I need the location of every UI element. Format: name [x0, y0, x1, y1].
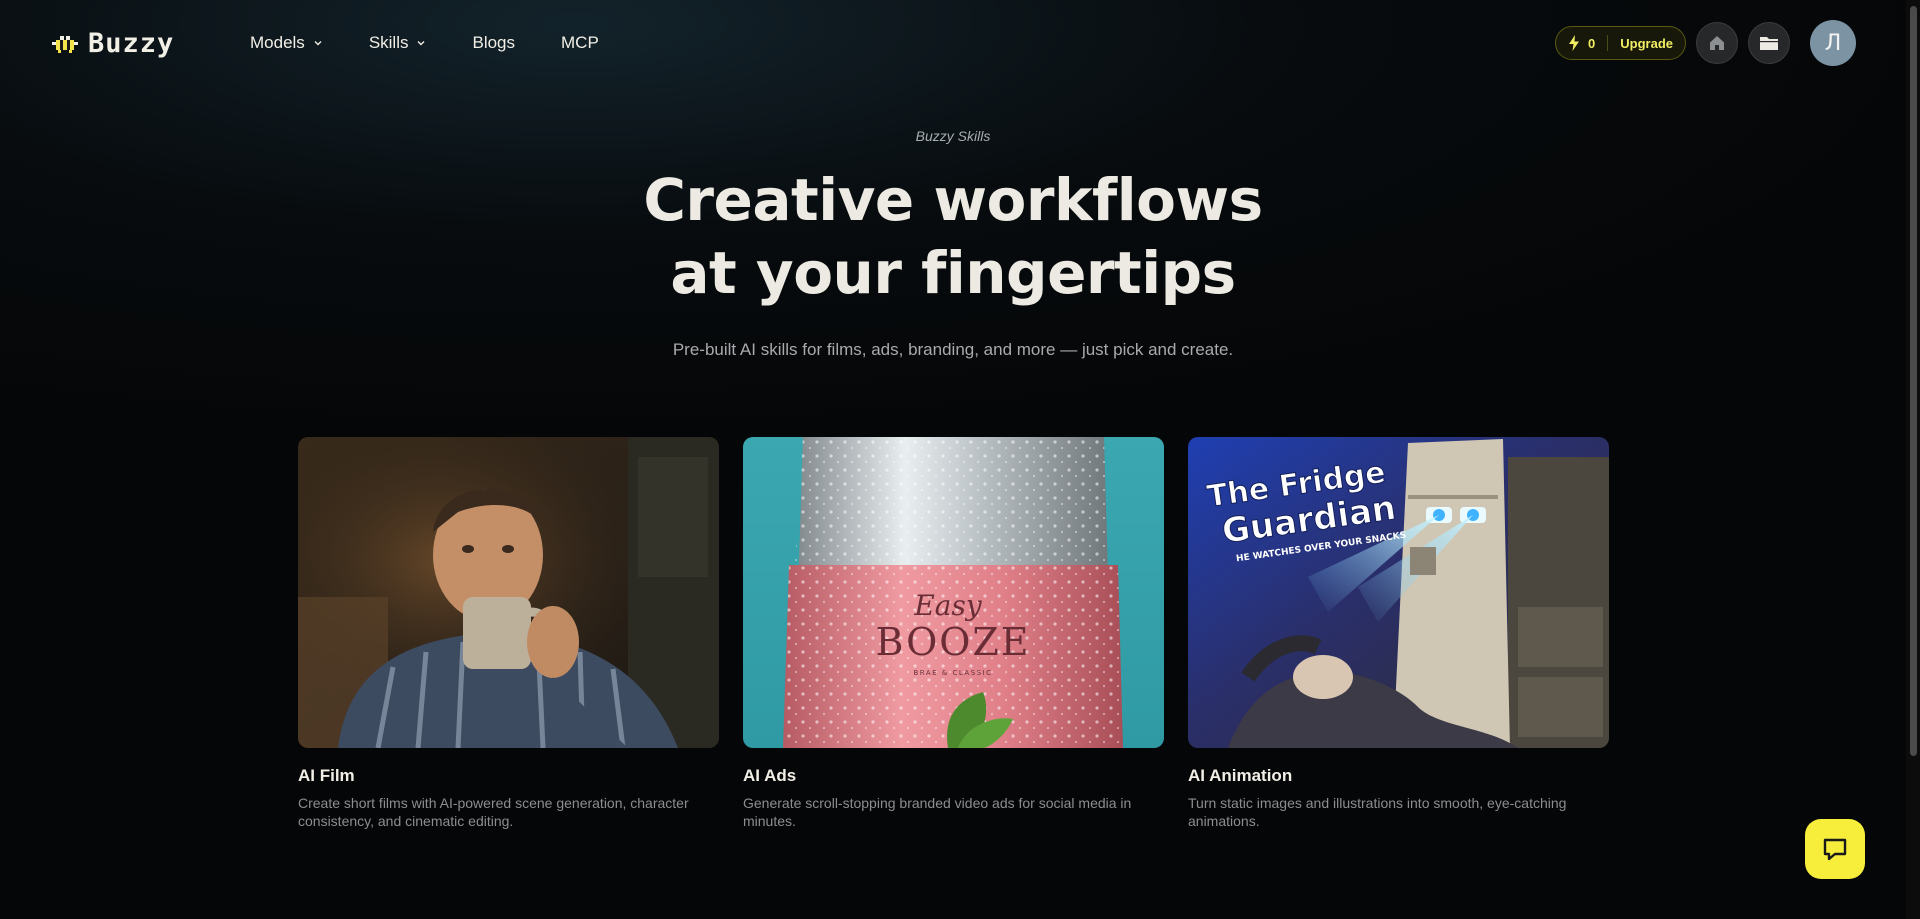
home-button[interactable]	[1696, 22, 1738, 64]
hero-eyebrow: Buzzy Skills	[915, 128, 991, 144]
upgrade-label: Upgrade	[1620, 35, 1673, 51]
headline-line-2: at your fingertips	[670, 239, 1236, 307]
credit-count: 0	[1588, 35, 1596, 51]
skill-card-ai-animation[interactable]: The Fridge Guardian HE WATCHES OVER YOUR…	[1188, 437, 1609, 830]
header-actions: 0 Upgrade Л	[1555, 20, 1856, 66]
hero-headline: Creative workflows at your fingertips	[0, 164, 1906, 310]
nav-item-label: Models	[250, 33, 305, 52]
hero-section: Buzzy Skills Creative workflows at your …	[0, 128, 1906, 360]
card-title: AI Film	[298, 766, 355, 785]
man-drinking-coffee-image	[298, 437, 719, 748]
folder-icon	[1760, 37, 1778, 50]
headline-line-1: Creative workflows	[643, 166, 1263, 234]
folder-button[interactable]	[1748, 22, 1790, 64]
top-navigation: Buzzy Models Skills Blogs MCP 0 Upgrade	[0, 0, 1920, 88]
scrollbar-thumb[interactable]	[1910, 6, 1917, 756]
ai-ads-thumbnail: Easy BOOZE BRAE & CLASSIC	[743, 437, 1164, 748]
skill-card-ai-film[interactable]: AI Film Create short films with AI-power…	[298, 437, 719, 830]
soda-can-image: Easy BOOZE BRAE & CLASSIC	[743, 437, 1164, 748]
nav-item-label: Blogs	[472, 33, 516, 52]
user-avatar[interactable]: Л	[1810, 20, 1856, 66]
fridge-guardian-image: The Fridge Guardian HE WATCHES OVER YOUR…	[1188, 437, 1609, 748]
nav-item-blogs[interactable]: Blogs	[472, 30, 515, 56]
card-description: Create short films with AI-powered scene…	[298, 795, 689, 829]
card-title: AI Ads	[743, 766, 797, 785]
can-script-text: Easy	[913, 589, 983, 622]
bee-logo-icon	[52, 35, 78, 53]
nav-item-label: MCP	[561, 33, 599, 52]
support-chat-button[interactable]	[1805, 819, 1865, 879]
card-description: Generate scroll-stopping branded video a…	[743, 795, 1132, 829]
pill-divider	[1607, 35, 1609, 51]
chevron-down-icon	[417, 41, 425, 46]
can-tagline-text: BRAE & CLASSIC	[913, 669, 992, 677]
nav-item-label: Skills	[368, 33, 409, 52]
brand-name: Buzzy	[88, 28, 175, 59]
main-nav: Models Skills Blogs MCP	[250, 30, 645, 56]
card-description: Turn static images and illustrations int…	[1188, 795, 1567, 829]
lightning-bolt-icon	[1569, 35, 1580, 51]
ai-animation-thumbnail: The Fridge Guardian HE WATCHES OVER YOUR…	[1188, 437, 1609, 748]
can-brand-text: BOOZE	[875, 620, 1030, 664]
nav-item-mcp[interactable]: MCP	[561, 30, 599, 56]
chevron-down-icon	[314, 41, 322, 46]
card-title: AI Animation	[1188, 766, 1293, 785]
nav-item-skills[interactable]: Skills	[369, 30, 427, 56]
skills-cards: AI Film Create short films with AI-power…	[298, 437, 1609, 830]
page-scrollbar[interactable]	[1906, 0, 1920, 919]
nav-item-models[interactable]: Models	[250, 30, 323, 56]
brand-logo[interactable]: Buzzy	[50, 28, 174, 59]
skill-card-ai-ads[interactable]: Easy BOOZE BRAE & CLASSIC AI Ads Generat…	[743, 437, 1164, 830]
home-icon	[1710, 36, 1724, 50]
hero-subhead: Pre-built AI skills for films, ads, bran…	[672, 340, 1234, 359]
chat-bubble-icon	[1823, 838, 1847, 861]
ai-film-thumbnail	[298, 437, 719, 748]
credits-upgrade-pill[interactable]: 0 Upgrade	[1555, 26, 1686, 60]
